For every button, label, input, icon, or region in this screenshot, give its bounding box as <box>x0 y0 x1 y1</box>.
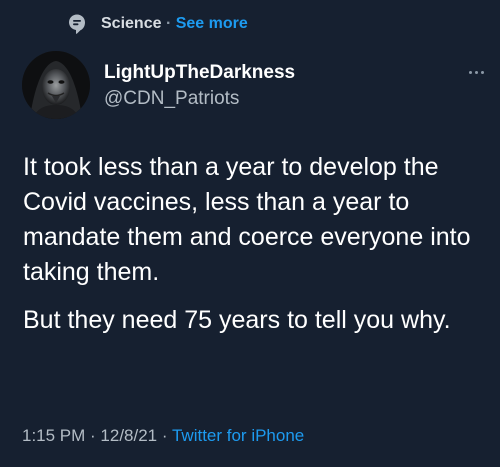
avatar[interactable] <box>22 51 90 119</box>
more-icon <box>468 70 472 74</box>
meta-separator: · <box>85 426 101 445</box>
topic-separator: · <box>165 15 172 32</box>
tweet-paragraph: But they need 75 years to tell you why. <box>23 306 451 334</box>
more-icon-dot <box>474 70 478 74</box>
topic-icon <box>69 14 85 34</box>
tweet-card: Science · See more LightUpTheDarkness @C… <box>0 0 500 467</box>
tweet-text: It took less than a year to develop the … <box>23 150 491 338</box>
tweet-meta: 1:15 PM · 12/8/21 · Twitter for iPhone <box>22 425 304 447</box>
masked-face-icon <box>22 51 90 119</box>
tweet-time[interactable]: 1:15 PM <box>22 426 85 445</box>
topic-line: Science · See more <box>101 14 248 34</box>
more-options-button[interactable] <box>463 62 489 82</box>
display-name[interactable]: LightUpTheDarkness <box>104 61 295 85</box>
handle[interactable]: @CDN_Patriots <box>104 87 239 111</box>
tweet-date[interactable]: 12/8/21 <box>100 426 157 445</box>
see-more-link[interactable]: See more <box>176 15 248 32</box>
more-icon-dot <box>480 70 484 74</box>
topic-name[interactable]: Science <box>101 15 161 32</box>
meta-separator: · <box>157 426 172 445</box>
tweet-paragraph: It took less than a year to develop the … <box>23 153 471 286</box>
tweet-source-link[interactable]: Twitter for iPhone <box>172 426 304 445</box>
